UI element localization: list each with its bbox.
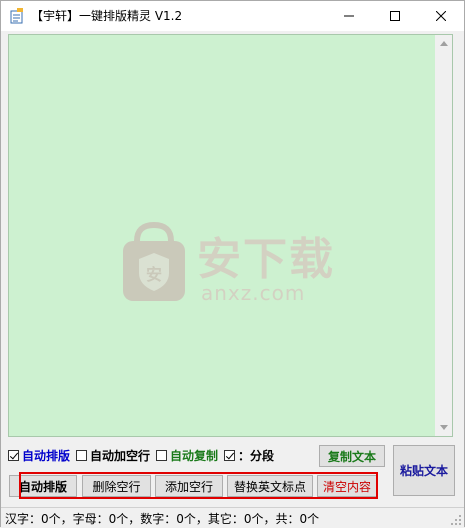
close-button[interactable]: [418, 1, 464, 31]
option-paragraph-split[interactable]: ：分段: [224, 447, 274, 464]
option-auto-format[interactable]: 自动排版: [8, 447, 70, 464]
checkbox-auto-copy[interactable]: [156, 449, 168, 461]
watermark: 安 安下载 anxz.com: [119, 221, 349, 311]
chevron-down-icon: [439, 425, 448, 430]
status-bar: 汉字：0个，字母：0个，数字：0个，其它：0个，共：0个: [1, 507, 464, 528]
option-auto-copy-label: 自动复制: [170, 448, 219, 463]
window-title: 【宇轩】一键排版精灵 V1.2: [31, 9, 183, 23]
copy-text-button[interactable]: 复制文本: [319, 445, 385, 467]
resize-grip-icon[interactable]: [450, 514, 462, 526]
watermark-subtitle: anxz.com: [201, 281, 306, 305]
maximize-icon: [390, 11, 400, 21]
option-auto-copy[interactable]: 自动复制: [156, 447, 218, 464]
scroll-up-arrow[interactable]: [435, 35, 452, 52]
checkbox-auto-format[interactable]: [8, 449, 19, 461]
checkbox-auto-add-empty-line[interactable]: [76, 449, 88, 461]
option-auto-format-label: 自动排版: [22, 448, 71, 463]
option-auto-add-empty-line-label: 自动加空行: [90, 448, 151, 463]
chevron-up-icon: [439, 41, 448, 46]
highlight-frame: [19, 472, 378, 499]
title-bar[interactable]: 【宇轩】一键排版精灵 V1.2: [1, 1, 464, 31]
paste-text-button[interactable]: 粘贴文本: [393, 445, 455, 496]
minimize-icon: [344, 15, 354, 17]
option-auto-add-empty-line[interactable]: 自动加空行: [76, 447, 150, 464]
checkbox-paragraph-split[interactable]: [224, 449, 236, 461]
option-paragraph-split-label: ：分段: [238, 448, 275, 463]
svg-text:安: 安: [146, 265, 162, 284]
shield-bag-icon: 安: [123, 221, 185, 301]
scroll-down-arrow[interactable]: [435, 419, 452, 436]
character-count-status: 汉字：0个，字母：0个，数字：0个，其它：0个，共：0个: [5, 512, 320, 526]
minimize-button[interactable]: [326, 1, 372, 31]
close-icon: [436, 11, 446, 21]
maximize-button[interactable]: [372, 1, 418, 31]
watermark-title: 安下载: [197, 234, 335, 285]
app-window: 【宇轩】一键排版精灵 V1.2 安 安下载 anxz.com 自动排版 自动加空…: [0, 0, 465, 528]
notepad-icon: [10, 8, 24, 24]
vertical-scrollbar[interactable]: [435, 35, 452, 436]
options-row: 自动排版 自动加空行 自动复制 ：分段: [8, 447, 280, 463]
